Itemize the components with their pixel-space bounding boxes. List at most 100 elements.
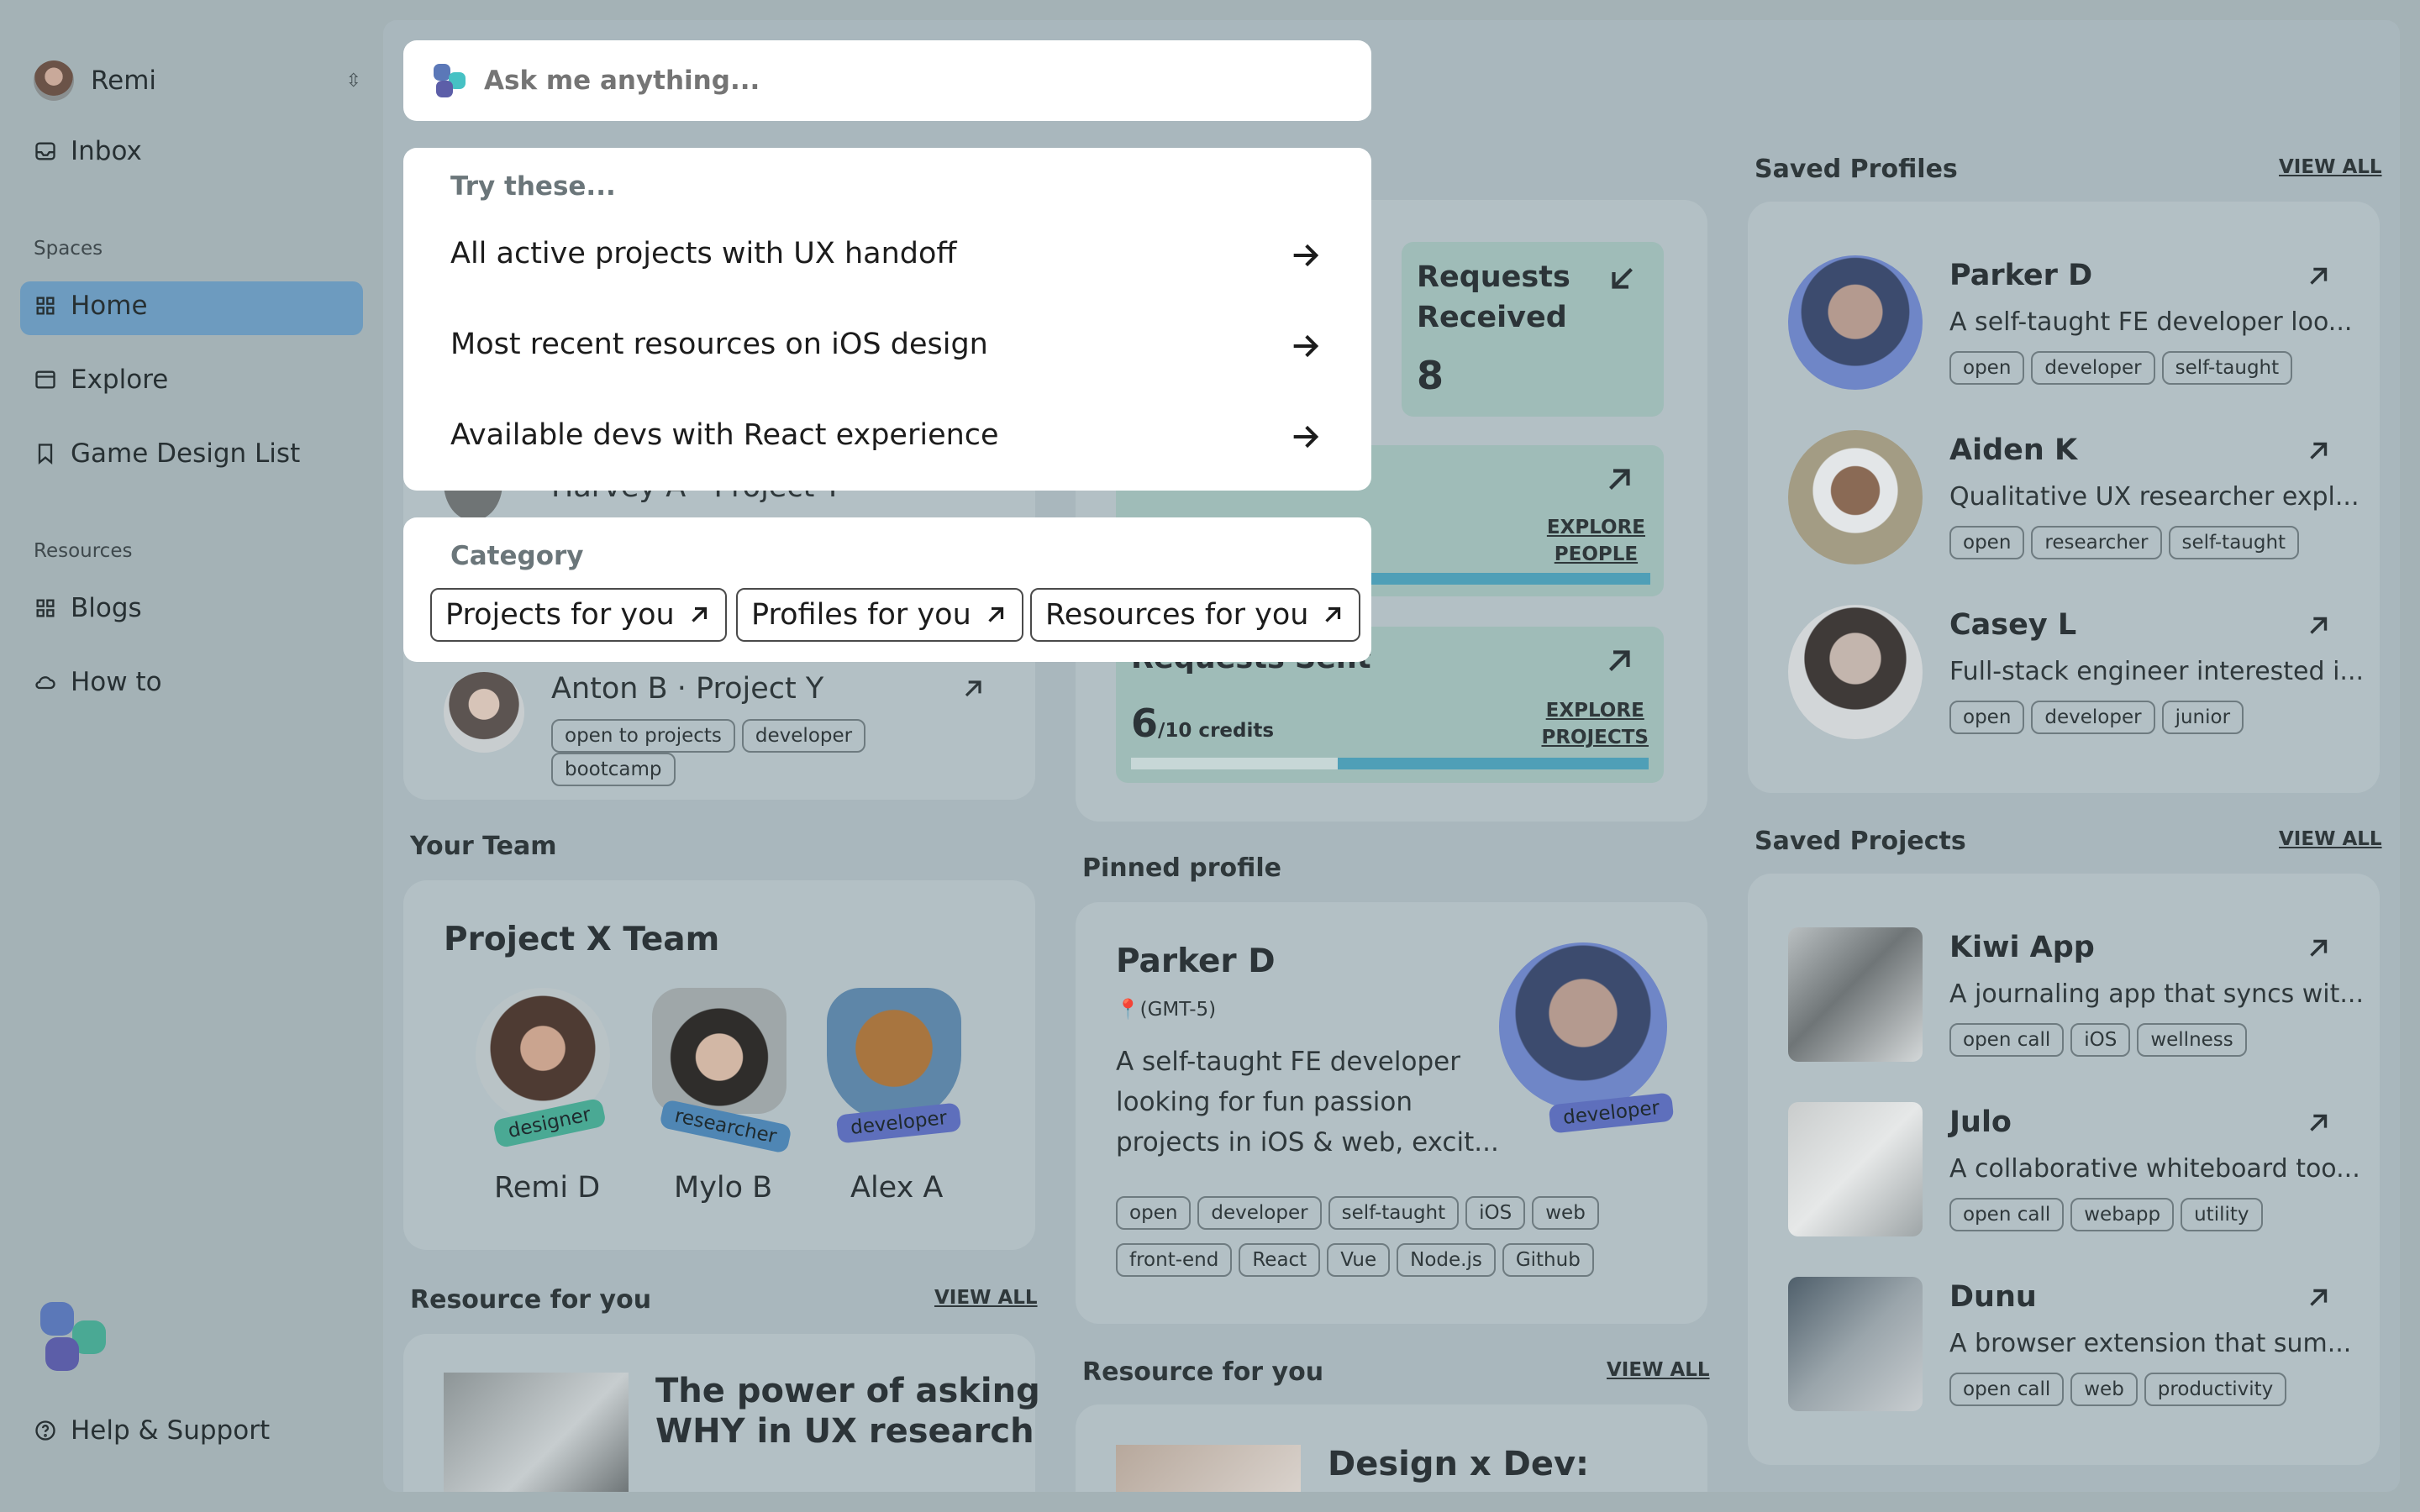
user-switcher[interactable]: Remi ⇳ (34, 60, 361, 101)
arrow-up-right-icon[interactable] (2304, 612, 2333, 640)
tag: Github (1502, 1243, 1594, 1277)
arrow-up-right-icon[interactable] (2304, 262, 2333, 291)
tag-list: open developer junior (1949, 701, 2250, 734)
assistant-logo-icon (434, 64, 466, 97)
avatar (1788, 255, 1923, 390)
credits-suffix: /10 credits (1158, 720, 1275, 742)
link-line: EXPLORE (1545, 700, 1644, 722)
view-all-link[interactable]: VIEW ALL (2279, 828, 2382, 850)
resource-title-line: WHY in UX research (655, 1412, 1034, 1451)
resources-heading: Resources (34, 540, 133, 562)
sidebar-label: Inbox (71, 136, 142, 166)
tag: open to projects (551, 719, 735, 753)
sidebar-label: Home (71, 291, 148, 321)
sidebar-item-home[interactable]: Home (34, 291, 148, 321)
avatar (827, 988, 961, 1122)
item-name: Julo (1949, 1105, 2012, 1139)
link-line: EXPLORE (1546, 517, 1645, 538)
view-all-link[interactable]: VIEW ALL (2279, 156, 2382, 178)
arrow-up-right-icon[interactable] (2304, 1109, 2333, 1137)
tag: developer (2031, 351, 2155, 385)
search-input[interactable] (484, 59, 1324, 102)
bookmark-icon (38, 444, 53, 465)
arrow-up-right-icon (692, 606, 707, 622)
tag: self-taught (2168, 526, 2300, 559)
resource-thumbnail (444, 1373, 629, 1492)
suggestions-panel: Try these... All active projects with UX… (403, 148, 1371, 491)
sidebar-item-explore[interactable]: Explore (34, 365, 168, 395)
item-description: A browser extension that sum... (1949, 1329, 2352, 1358)
sidebar-item-how-to[interactable]: How to (34, 667, 162, 697)
sidebar-label: Game Design List (71, 438, 301, 469)
saved-project-item[interactable]: Dunu A browser extension that sum... ope… (1788, 1277, 2351, 1415)
saved-projects-title: Saved Projects (1754, 827, 1966, 856)
explore-projects-link[interactable]: EXPLORE PROJECTS (1541, 697, 1649, 751)
avatar (652, 988, 786, 1114)
saved-profile-item[interactable]: Casey L Full-stack engineer interested i… (1788, 605, 2364, 743)
project-thumbnail (1788, 1277, 1923, 1411)
chevron-updown-icon: ⇳ (345, 70, 361, 92)
credits-progress-fill (1338, 758, 1649, 769)
suggestion-item[interactable]: Most recent resources on iOS design (403, 319, 1371, 386)
projects-for-you-button[interactable]: Projects for you (430, 588, 727, 642)
tag-list: open call iOS wellness (1949, 1023, 2254, 1057)
arrow-right-icon (1293, 244, 1319, 267)
timezone-text: (GMT-5) (1139, 999, 1217, 1021)
pinned-desc: A self-taught FE developer looking for fu… (1116, 1042, 1499, 1163)
item-description: A collaborative whiteboard too... (1949, 1154, 2360, 1184)
requests-received-tile[interactable]: Requests Received 8 (1402, 242, 1664, 417)
suggestion-label: Most recent resources on iOS design (450, 328, 988, 361)
team-member[interactable]: designer Remi D (476, 988, 613, 1215)
arrow-up-right-icon[interactable] (2304, 1284, 2333, 1312)
project-row[interactable]: Anton B · Project Y open to projects deve… (444, 672, 990, 786)
resource-title: Design x Dev: (1328, 1445, 1590, 1483)
link-line: PROJECTS (1541, 727, 1649, 748)
tag-list: open developer self-taught iOS web (1116, 1196, 1606, 1230)
item-name: Kiwi App (1949, 931, 2095, 964)
profiles-for-you-button[interactable]: Profiles for you (736, 588, 1023, 642)
suggestion-item[interactable]: All active projects with UX handoff (403, 228, 1371, 296)
sidebar-item-inbox[interactable]: Inbox (34, 136, 142, 166)
resources-for-you-button[interactable]: Resources for you (1030, 588, 1361, 642)
team-title: Project X Team (444, 921, 720, 958)
arrow-up-right-icon[interactable] (960, 675, 986, 702)
view-all-link[interactable]: VIEW ALL (1607, 1359, 1710, 1381)
pin-icon: 📍 (1116, 999, 1140, 1021)
team-member[interactable]: developer Alex A (827, 988, 970, 1215)
sidebar-item-game-design-list[interactable]: Game Design List (34, 438, 300, 469)
tag: iOS (1465, 1196, 1526, 1230)
tag-list: open call web productivity (1949, 1373, 2293, 1406)
avatar (1499, 942, 1667, 1110)
suggestion-label: All active projects with UX handoff (450, 237, 957, 270)
item-name: Aiden K (1949, 433, 2078, 467)
team-member[interactable]: researcher Mylo B (650, 988, 802, 1215)
help-support-link[interactable]: Help & Support (34, 1415, 270, 1446)
saved-project-item[interactable]: Kiwi App A journaling app that syncs wit… (1788, 927, 2364, 1065)
search-bar[interactable] (403, 40, 1371, 121)
pinned-timezone: 📍(GMT-5) (1116, 998, 1216, 1021)
resource-thumbnail (1116, 1445, 1301, 1492)
tag: open (1116, 1196, 1192, 1230)
arrow-up-right-icon[interactable] (2304, 437, 2333, 465)
suggestion-item[interactable]: Available devs with React experience (403, 410, 1371, 477)
tag: webapp (2070, 1198, 2175, 1231)
link-line: PEOPLE (1554, 543, 1639, 565)
saved-profile-item[interactable]: Parker D A self-taught FE developer loo.… (1788, 255, 2352, 393)
item-description: Full-stack engineer interested i... (1949, 657, 2365, 686)
arrow-up-right-icon (1325, 606, 1341, 622)
item-description: Qualitative UX researcher expl... (1949, 482, 2360, 512)
tag: React (1239, 1243, 1321, 1277)
item-description: A journaling app that syncs wit... (1949, 979, 2364, 1009)
avatar (34, 60, 74, 101)
arrow-right-icon (1293, 425, 1319, 449)
arrow-up-right-icon[interactable] (2304, 934, 2333, 963)
tag: open (1949, 701, 2025, 734)
sidebar-item-blogs[interactable]: Blogs (34, 593, 142, 623)
member-name: Alex A (850, 1171, 944, 1205)
button-label: Profiles for you (751, 598, 971, 632)
view-all-link[interactable]: VIEW ALL (934, 1287, 1038, 1309)
saved-profile-item[interactable]: Aiden K Qualitative UX researcher expl..… (1788, 430, 2360, 568)
explore-people-link[interactable]: EXPLORE PEOPLE (1547, 514, 1645, 568)
arrow-up-right-icon (1609, 650, 1630, 671)
saved-project-item[interactable]: Julo A collaborative whiteboard too... o… (1788, 1102, 2360, 1240)
